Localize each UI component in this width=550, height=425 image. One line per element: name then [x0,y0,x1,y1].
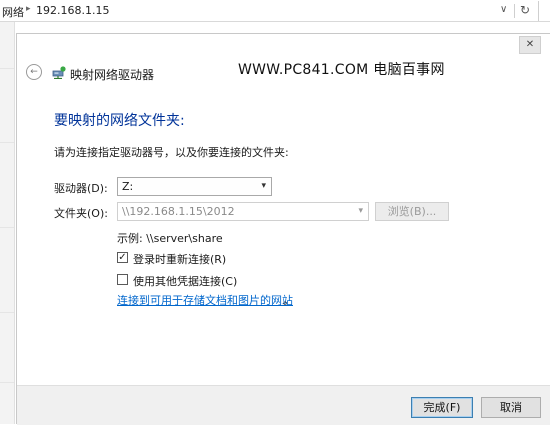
folder-combobox[interactable]: \\192.168.1.15\2012 ▾ [117,202,369,221]
breadcrumb-network[interactable]: 网络 [2,4,24,20]
chevron-down-icon: ▾ [261,181,266,191]
network-drive-icon [52,66,66,79]
close-icon: ✕ [525,39,535,50]
search-box[interactable] [538,1,550,21]
address-divider [514,4,515,18]
checkmark-icon: ✓ [118,252,127,263]
drive-label: 驱动器(D): [54,182,108,195]
page-heading: 要映射的网络文件夹: [54,113,185,129]
folder-label: 文件夹(O): [54,207,108,220]
finish-button[interactable]: 完成(F) [411,397,473,418]
nav-divider [0,68,14,69]
watermark-text: WWW.PC841.COM 电脑百事网 [238,62,445,78]
navigation-pane [0,22,15,424]
dialog-footer: 完成(F) 取消 [17,385,550,425]
refresh-icon[interactable]: ↻ [520,3,530,17]
drive-select-value: Z: [122,180,134,193]
nav-divider [0,312,14,313]
example-text: 示例: \\server\share [117,232,223,245]
address-text[interactable]: 192.168.1.15 [36,4,109,17]
browse-button[interactable]: 浏览(B)... [375,202,449,221]
close-button[interactable]: ✕ [519,36,541,54]
other-credentials-checkbox[interactable] [117,274,128,285]
nav-divider [0,382,14,383]
folder-combobox-value: \\192.168.1.15\2012 [122,205,235,218]
explorer-address-bar[interactable]: 网络 ▸ 192.168.1.15 ∨ ↻ [0,0,550,22]
dialog-title: 映射网络驱动器 [70,68,155,82]
back-button[interactable]: ← [26,64,42,80]
chevron-down-icon[interactable]: ∨ [500,4,507,15]
link-suffix: 。 [283,294,294,307]
cancel-button[interactable]: 取消 [481,397,541,418]
drive-select[interactable]: Z: ▾ [117,177,272,196]
dialog-titlebar: ✕ ← 映射网络驱动器 WWW.PC841.COM 电脑百事网 [17,34,550,94]
reconnect-checkbox[interactable]: ✓ [117,252,128,263]
map-network-drive-dialog: ✕ ← 映射网络驱动器 WWW.PC841.COM 电脑百事网 要映射的网络文件… [16,33,550,425]
breadcrumb-separator-icon: ▸ [26,4,31,14]
other-credentials-label[interactable]: 使用其他凭据连接(C) [133,273,237,289]
chevron-down-icon: ▾ [358,206,363,216]
reconnect-label[interactable]: 登录时重新连接(R) [133,251,226,267]
instruction-text: 请为连接指定驱动器号，以及你要连接的文件夹: [54,146,289,159]
back-arrow-icon: ← [30,67,38,77]
nav-divider [0,227,14,228]
nav-divider [0,142,14,143]
storage-website-link[interactable]: 连接到可用于存储文档和图片的网站 [117,292,293,308]
